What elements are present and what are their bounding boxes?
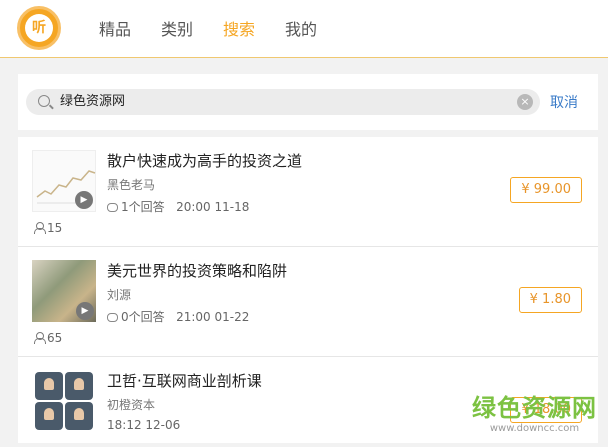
- item-time: 20:00 11-18: [176, 200, 250, 214]
- cover-image: ▶: [32, 150, 96, 212]
- tab-search[interactable]: 搜索: [223, 16, 255, 40]
- item-author: 刘源: [107, 288, 132, 302]
- listener-count: 65: [34, 331, 62, 345]
- portrait-icon: [35, 372, 63, 400]
- tab-categories[interactable]: 类别: [161, 16, 193, 40]
- list-item[interactable]: ▶ 散户快速成为高手的投资之道 黑色老马 1个回答 20:00 11-18 15…: [18, 137, 598, 247]
- watermark-url: www.downcc.com: [489, 423, 580, 434]
- price-button[interactable]: ¥ 99.00: [510, 177, 582, 203]
- portrait-icon: [65, 372, 93, 400]
- search-bar: 绿色资源网 × 取消: [18, 74, 598, 130]
- clear-icon[interactable]: ×: [517, 94, 533, 110]
- logo-text: 听: [25, 14, 53, 42]
- cover-image: [32, 370, 96, 432]
- search-value: 绿色资源网: [60, 94, 126, 109]
- play-badge-icon: ▶: [76, 302, 94, 320]
- answer-count: 1个回答: [121, 200, 165, 214]
- comment-icon: [107, 203, 118, 212]
- item-author: 黑色老马: [107, 178, 156, 192]
- item-meta: 1个回答 20:00 11-18: [107, 198, 249, 215]
- item-time: 18:12 12-06: [107, 418, 181, 432]
- answer-count: 0个回答: [121, 310, 165, 324]
- tab-featured[interactable]: 精品: [99, 16, 131, 40]
- app-logo[interactable]: 听: [17, 6, 61, 50]
- item-title: 美元世界的投资策略和陷阱: [107, 262, 288, 280]
- list-item[interactable]: ▶ 美元世界的投资策略和陷阱 刘源 0个回答 21:00 01-22 65 ¥ …: [18, 247, 598, 357]
- search-input[interactable]: 绿色资源网 ×: [26, 89, 540, 115]
- item-title: 卫哲·互联网商业剖析课: [107, 372, 262, 390]
- watermark: 绿色资源网 www.downcc.com: [472, 388, 597, 434]
- item-title: 散户快速成为高手的投资之道: [107, 152, 303, 170]
- search-icon: [38, 95, 50, 107]
- person-icon: [34, 222, 46, 234]
- play-badge-icon: ▶: [75, 191, 93, 209]
- cancel-button[interactable]: 取消: [550, 92, 578, 112]
- item-meta: 0个回答 21:00 01-22: [107, 308, 249, 325]
- price-button[interactable]: ¥ 1.80: [518, 287, 582, 313]
- tab-mine[interactable]: 我的: [285, 16, 317, 40]
- cover-image: ▶: [32, 260, 96, 322]
- portrait-icon: [35, 402, 63, 430]
- item-time: 21:00 01-22: [176, 310, 250, 324]
- portrait-icon: [65, 402, 93, 430]
- listener-value: 65: [47, 331, 63, 345]
- person-icon: [34, 332, 46, 344]
- item-author: 初橙资本: [107, 398, 156, 412]
- listener-value: 15: [47, 221, 63, 235]
- comment-icon: [107, 313, 118, 322]
- listener-count: 15: [34, 221, 62, 235]
- watermark-name: 绿色资源网: [472, 394, 597, 422]
- top-bar: 听 精品 类别 搜索 我的: [0, 0, 608, 58]
